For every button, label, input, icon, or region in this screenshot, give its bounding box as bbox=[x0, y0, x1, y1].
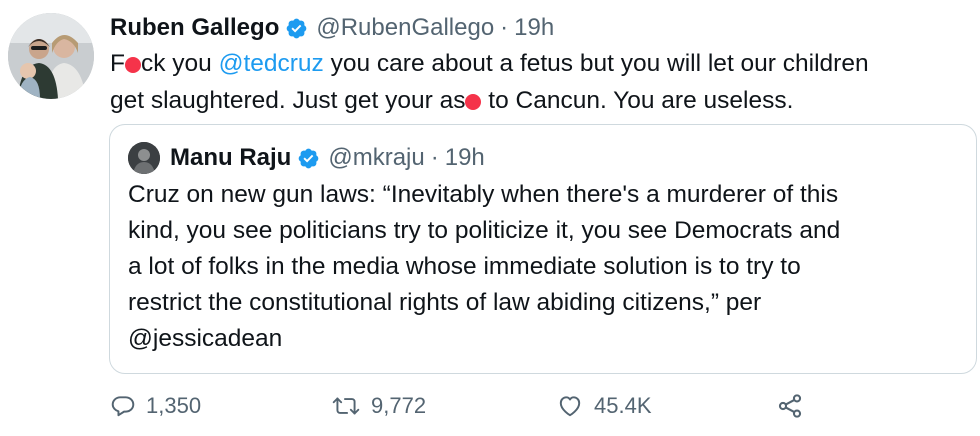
text-segment: ck you bbox=[140, 50, 219, 77]
quoted-text-line: kind, you see politicians try to politic… bbox=[128, 217, 841, 244]
author-name[interactable]: Ruben Gallego bbox=[110, 14, 279, 42]
quoted-tweet[interactable]: Manu Raju @mkraju · 19h Cruz on new gun … bbox=[109, 124, 977, 374]
tweet-text-line-1: Fck you @tedcruz you care about a fetus … bbox=[110, 45, 970, 82]
quoted-author-handle[interactable]: @mkraju bbox=[328, 144, 424, 172]
author-avatar[interactable] bbox=[8, 13, 94, 99]
verified-badge-icon bbox=[287, 18, 307, 38]
quoted-text-line: a lot of folks in the media whose immedi… bbox=[128, 253, 801, 280]
text-segment: get slaughtered. Just get your as bbox=[110, 87, 466, 114]
quoted-tweet-header: Manu Raju @mkraju · 19h bbox=[128, 141, 485, 175]
header-separator: · bbox=[500, 14, 509, 41]
retweet-icon bbox=[332, 397, 360, 415]
censor-mark bbox=[124, 56, 141, 73]
quoted-text-line: @jessicadean bbox=[128, 325, 283, 352]
share-icon bbox=[778, 394, 802, 418]
avatar-photo bbox=[8, 13, 94, 99]
mention-link[interactable]: @tedcruz bbox=[219, 50, 324, 77]
quoted-avatar-photo bbox=[128, 142, 160, 174]
quoted-author-avatar bbox=[128, 142, 160, 174]
quoted-tweet-timestamp[interactable]: 19h bbox=[445, 144, 485, 172]
like-button[interactable]: 45.4K bbox=[556, 388, 652, 424]
quoted-tweet-text: Cruz on new gun laws: “Inevitably when t… bbox=[128, 177, 968, 357]
tweet-header: Ruben Gallego @RubenGallego · 19h bbox=[110, 10, 554, 46]
quoted-header-separator: · bbox=[430, 144, 439, 171]
share-button[interactable] bbox=[776, 388, 814, 424]
like-count: 45.4K bbox=[594, 393, 652, 418]
censor-mark bbox=[465, 93, 482, 110]
quoted-author-name[interactable]: Manu Raju bbox=[170, 144, 291, 172]
quoted-text-line: Cruz on new gun laws: “Inevitably when t… bbox=[128, 181, 839, 208]
reply-button[interactable]: 1,350 bbox=[110, 388, 201, 424]
tweet-text: Fck you @tedcruz you care about a fetus … bbox=[110, 45, 970, 119]
author-handle[interactable]: @RubenGallego bbox=[316, 14, 494, 42]
quoted-text-line: restrict the constitutional rights of la… bbox=[128, 289, 762, 316]
reply-count: 1,350 bbox=[146, 393, 202, 418]
text-segment: you care about a fetus but you will let … bbox=[323, 50, 869, 77]
verified-badge-icon bbox=[299, 148, 319, 168]
tweet-text-line-2: get slaughtered. Just get your as to Can… bbox=[110, 82, 970, 119]
heart-icon bbox=[559, 396, 581, 417]
tweet-timestamp[interactable]: 19h bbox=[514, 14, 554, 42]
text-segment: F bbox=[110, 50, 125, 77]
tweet-action-bar: 1,350 9,772 45.4K bbox=[110, 388, 970, 424]
retweet-count: 9,772 bbox=[371, 393, 427, 418]
retweet-button[interactable]: 9,772 bbox=[331, 388, 426, 424]
text-segment: to Cancun. You are useless. bbox=[481, 87, 794, 114]
comment-icon bbox=[111, 396, 135, 417]
